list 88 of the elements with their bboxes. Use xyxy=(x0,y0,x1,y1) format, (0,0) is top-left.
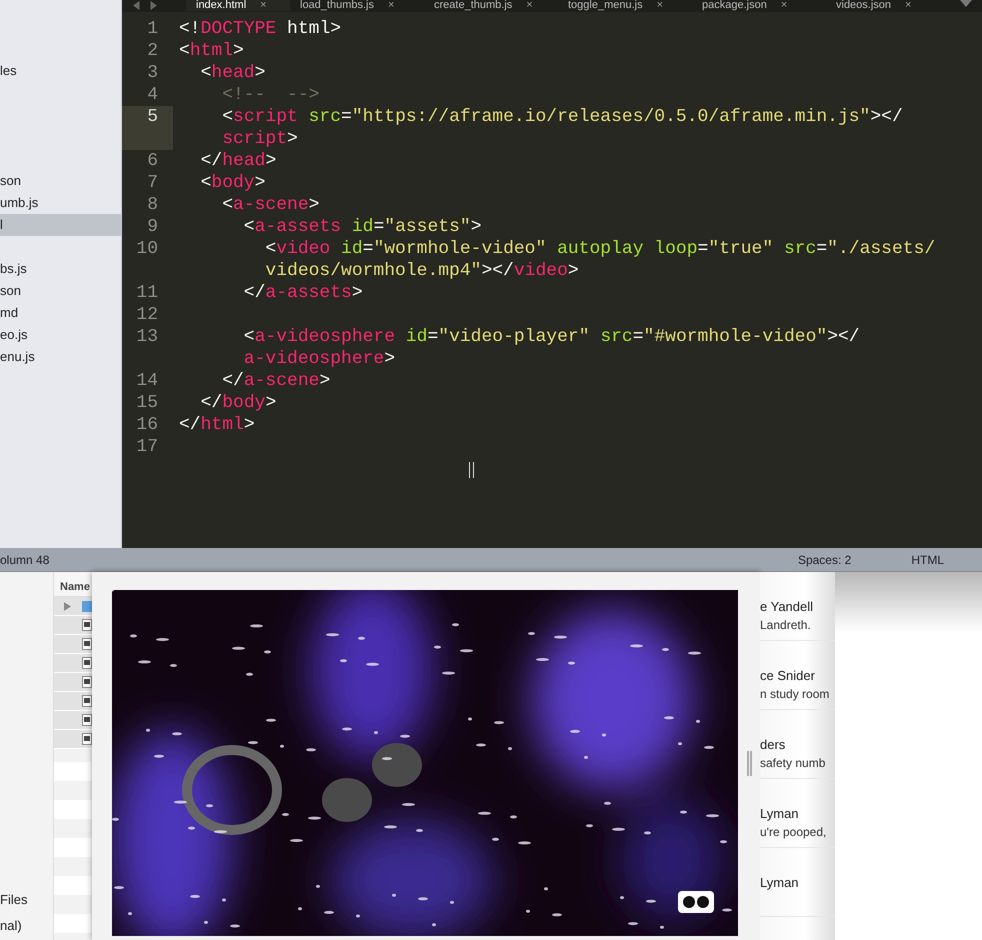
line-number: 6 xyxy=(147,150,158,172)
line-number: 4 xyxy=(147,84,158,106)
close-icon[interactable]: × xyxy=(260,0,267,11)
code-line: </a-scene> xyxy=(221,370,330,392)
indentation-setting[interactable]: Spaces: 2 xyxy=(798,552,852,566)
code-line: videos/wormhole.mp4"></video> xyxy=(264,260,580,282)
tab-label: videos.json xyxy=(836,0,892,11)
line-number: 17 xyxy=(136,436,158,458)
editor-tab[interactable]: load_thumbs.js × xyxy=(290,0,424,11)
message-preview: u're pooped, xyxy=(760,825,828,839)
code-line: <a-videosphere id="video-player" src="#wormhole-video"></ xyxy=(242,326,860,348)
line-number: 12 xyxy=(136,304,158,326)
line-number: 2 xyxy=(147,40,158,62)
editor-tab[interactable]: package.json × xyxy=(692,0,826,11)
code-line: </a-assets> xyxy=(242,282,363,304)
cursor-position: olumn 48 xyxy=(0,552,50,566)
line-number: 5 xyxy=(147,106,158,128)
disclosure-triangle-icon[interactable] xyxy=(64,602,71,610)
file-item[interactable]: md xyxy=(0,302,121,324)
file-item[interactable]: umb.js xyxy=(0,192,121,214)
close-icon[interactable]: × xyxy=(526,0,533,11)
contact-name: Lyman xyxy=(760,875,800,890)
close-icon[interactable]: × xyxy=(905,0,912,11)
finder-sidebar-item[interactable]: nal) xyxy=(0,917,53,935)
contact-name: Lyman xyxy=(760,806,800,821)
editor-tab[interactable]: index.html × xyxy=(186,0,290,11)
line-number: 15 xyxy=(136,392,158,414)
folder-icon xyxy=(82,600,92,612)
contact-name: ders xyxy=(760,737,786,752)
file-item[interactable]: bs.js xyxy=(0,258,121,280)
close-icon[interactable]: × xyxy=(388,0,394,11)
column-header[interactable]: Name xyxy=(54,572,92,597)
editor-tab[interactable]: create_thumb.js × xyxy=(424,0,558,11)
line-number: 3 xyxy=(147,62,158,84)
syntax-setting[interactable]: HTML xyxy=(911,552,944,566)
code-line: </body> xyxy=(200,392,276,414)
code-line: <head> xyxy=(200,62,266,84)
code-line: <body> xyxy=(200,172,266,194)
code-line: script> xyxy=(221,128,299,150)
line-number: 1 xyxy=(147,18,158,40)
conversation-item[interactable]: e Yandell Landreth. xyxy=(760,572,835,641)
code-line: <video id="wormhole-video" autoplay loop="true" src="./assets/ xyxy=(264,238,936,260)
tab-label: toggle_menu.js xyxy=(568,0,643,11)
message-preview: safety numb xyxy=(760,756,826,770)
line-number: 8 xyxy=(147,194,158,216)
line-number: 16 xyxy=(136,414,158,436)
code-line: <!-- --> xyxy=(221,84,320,106)
text-cursor-icon xyxy=(469,462,474,478)
file-item[interactable]: enu.js xyxy=(0,346,121,368)
conversation-item[interactable]: ders safety numb xyxy=(760,710,835,779)
line-number: 14 xyxy=(136,370,158,392)
close-icon[interactable]: × xyxy=(780,0,788,11)
tab-label: load_thumbs.js xyxy=(300,0,374,11)
code-line: </head> xyxy=(200,150,276,172)
conversation-item[interactable]: Lyman u're pooped, xyxy=(760,779,835,848)
conversation-item[interactable]: ce Snider n study room xyxy=(760,641,835,710)
finder-sidebar-item[interactable]: Files xyxy=(0,891,53,909)
file-item[interactable]: eo.js xyxy=(0,324,121,346)
file-item[interactable]: l xyxy=(0,214,121,236)
code-line: <!DOCTYPE html> xyxy=(179,18,342,40)
tab-label: create_thumb.js xyxy=(434,0,512,11)
line-number: 11 xyxy=(136,282,158,304)
file-item[interactable]: son xyxy=(0,280,121,302)
dropdown-caret-icon[interactable] xyxy=(960,0,972,8)
code-line: <a-assets id="assets"> xyxy=(242,216,482,238)
tab-label: index.html xyxy=(196,0,246,11)
editor-tab[interactable]: videos.json × xyxy=(826,0,960,11)
code-line: </html> xyxy=(179,414,255,436)
message-preview: Landreth. xyxy=(760,618,812,632)
tab-label: package.json xyxy=(702,0,767,11)
line-number: 9 xyxy=(147,216,158,238)
resize-handle[interactable] xyxy=(747,751,752,776)
code-line: a-videosphere> xyxy=(242,348,396,370)
code-line: <script src="https://aframe.io/releases/0.5.0/aframe.min.js"></ xyxy=(221,106,903,128)
message-preview: n study room xyxy=(760,687,830,701)
file-item[interactable]: son xyxy=(0,170,121,192)
code-line: <a-scene> xyxy=(221,194,320,216)
conversation-item[interactable]: Lyman xyxy=(760,848,835,917)
code-line: <html> xyxy=(179,40,244,62)
line-number: 7 xyxy=(147,172,158,194)
contact-name: ce Snider xyxy=(760,668,816,683)
line-number: 13 xyxy=(136,326,158,348)
line-number: 10 xyxy=(136,238,158,260)
close-icon[interactable]: × xyxy=(656,0,664,11)
contact-name: e Yandell xyxy=(760,599,814,614)
vr-headset-icon[interactable] xyxy=(678,891,714,913)
editor-tab[interactable]: toggle_menu.js × xyxy=(558,0,692,11)
file-item[interactable]: les xyxy=(0,60,121,82)
